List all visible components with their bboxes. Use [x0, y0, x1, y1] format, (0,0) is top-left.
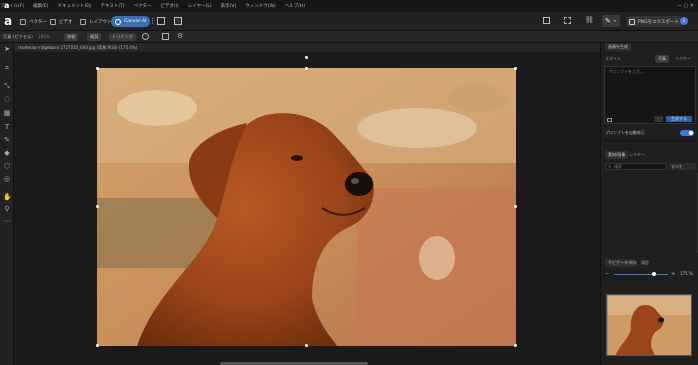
fullscreen-icon[interactable]	[174, 17, 182, 25]
search-placeholder: 検索	[614, 164, 622, 169]
opacity-field[interactable]: 100%	[38, 33, 50, 41]
zoom-out-icon[interactable]: −	[605, 271, 611, 277]
tab-photo[interactable]: 写真	[655, 55, 669, 63]
select-subject-icon[interactable]	[564, 17, 571, 24]
crop-frame-icon[interactable]	[157, 17, 165, 25]
navigator-thumbnail-image	[607, 295, 691, 355]
selection-handle[interactable]	[514, 67, 517, 70]
tab-history[interactable]: 履歴	[641, 259, 649, 267]
selection-handle[interactable]	[514, 344, 517, 347]
image-panel-icon[interactable]	[543, 17, 550, 24]
context-toolbar: 写真 (ピクセル) 100% 移動 複製 トリミング ⚙	[0, 31, 698, 43]
canvas-ai-button[interactable]: Canvas AI	[111, 16, 151, 27]
selection-handle[interactable]	[305, 344, 308, 347]
rotate-handle[interactable]	[305, 56, 308, 59]
selection-handle[interactable]	[305, 67, 308, 70]
search-icon: ⚲	[608, 164, 611, 169]
more-options-button[interactable]: ⋯	[654, 116, 663, 122]
transform-tool-icon[interactable]: ⤡	[3, 82, 11, 90]
image-tool-icon[interactable]: ▦	[3, 109, 11, 117]
video-icon	[50, 18, 56, 25]
panel-divider	[604, 139, 696, 142]
filter-select-value: すべて	[671, 164, 683, 169]
brush-tool-button[interactable]: ✎ ▾	[602, 15, 620, 27]
generate-button[interactable]: 生成する	[666, 116, 692, 122]
tab-vector[interactable]: ベクター	[675, 55, 691, 63]
auto-correct-label: プロンプトを自動修正	[605, 130, 645, 135]
more-tools-icon[interactable]: ⋯	[3, 217, 11, 225]
shape-tool-icon[interactable]: ◎	[3, 175, 11, 183]
navigator-thumbnail[interactable]	[606, 294, 692, 356]
zoom-slider-thumb	[652, 272, 656, 276]
main-toolbar: a ベクター ビデオ レイアウト Canvas AI ⋮ ⛓ ✎ ▾ PNGをエク…	[0, 12, 698, 31]
help-icon[interactable]: i	[680, 17, 688, 25]
right-panel: 画像を生成 スタイル 写真 ベクター プロンプトを入力… ⋯ 生成する プロンプ…	[600, 43, 698, 365]
pixel-grid-icon[interactable]	[162, 33, 169, 40]
selection-handle[interactable]	[514, 205, 517, 208]
prompt-placeholder: プロンプトを入力…	[608, 69, 644, 74]
tab-layers[interactable]: レイヤー	[629, 151, 645, 159]
menu-text[interactable]: テキスト(T)	[100, 3, 124, 9]
crop-tool-icon[interactable]: ⌗	[3, 64, 11, 72]
select-tool-icon[interactable]: ➤	[3, 45, 11, 53]
search-input[interactable]: ⚲ 検索	[605, 163, 667, 170]
tools-sidebar: ➤ ⌗ ⤡ ◌ ▦ T ✎ ◆ ⬡ ◎ ✋ ⚲ ⋯	[0, 43, 14, 365]
pen-icon	[20, 18, 26, 25]
zoom-value[interactable]: 175 %	[680, 271, 698, 277]
style-label: スタイル	[605, 56, 621, 61]
app-logo-icon[interactable]: a	[4, 1, 13, 10]
lasso-tool-icon[interactable]: ◌	[3, 95, 11, 103]
tab-info[interactable]: 情報	[629, 259, 637, 267]
video-mode-button[interactable]: ビデオ	[50, 16, 73, 27]
image-attach-icon[interactable]	[607, 118, 612, 122]
duplicate-button[interactable]: 複製	[87, 33, 102, 41]
text-tool-icon[interactable]: T	[3, 123, 11, 131]
layout-mode-button[interactable]: レイアウト	[80, 16, 112, 27]
menu-video[interactable]: ビデオ(I)	[160, 3, 178, 9]
layout-icon	[80, 18, 86, 25]
menu-window[interactable]: ウィンドウ(W)	[245, 3, 275, 9]
filter-select[interactable]: すべて	[669, 163, 696, 170]
zoom-in-icon[interactable]: +	[671, 271, 677, 277]
dog-photo-image	[97, 68, 516, 346]
toggle-knob	[689, 131, 693, 135]
settings-icon[interactable]: ⚙	[177, 32, 185, 40]
more-options-icon[interactable]: ⋮	[149, 17, 156, 26]
selection-handle[interactable]	[96, 344, 99, 347]
export-png-button[interactable]: PNGをエクスポート	[627, 16, 681, 27]
document-tab[interactable]: rhodesian-ridgeback-2727035_640.jpg (背景:…	[14, 43, 600, 52]
pin-tool-icon[interactable]: ⬡	[3, 162, 11, 170]
vector-mode-button[interactable]: ベクター	[20, 16, 47, 27]
crop-button[interactable]: トリミング	[109, 33, 136, 41]
tab-assets[interactable]: 素材/画像	[605, 151, 629, 159]
export-icon	[629, 18, 635, 25]
menu-vector[interactable]: ベクター	[134, 3, 152, 9]
move-button[interactable]: 移動	[64, 33, 79, 41]
link-icon[interactable]: ⛓	[585, 16, 594, 24]
fill-tool-icon[interactable]: ◆	[3, 149, 11, 157]
window-controls: — ▢ ✕	[676, 3, 694, 9]
menu-bar: a ファイル(F) 編集(E) ドキュメント(D) テキスト(T) ベクター ビ…	[0, 0, 698, 12]
selection-handle[interactable]	[96, 205, 99, 208]
brush-icon: ✎	[605, 17, 611, 25]
menu-layer[interactable]: レイヤー(L)	[188, 3, 212, 9]
eyedropper-tool-icon[interactable]: ⚲	[3, 205, 11, 213]
hand-tool-icon[interactable]: ✋	[3, 193, 12, 201]
sparkle-icon	[115, 18, 121, 25]
layer-type-label: 写真 (ピクセル)	[3, 34, 33, 39]
menu-view[interactable]: 表示(V)	[221, 3, 237, 9]
menu-document[interactable]: ドキュメント(D)	[57, 3, 91, 9]
menu-edit[interactable]: 編集(E)	[33, 3, 48, 9]
adjust-icon[interactable]	[142, 33, 149, 40]
zoom-slider[interactable]	[614, 272, 668, 276]
chevron-down-icon: ▾	[614, 18, 617, 23]
menu-help[interactable]: ヘルプ(H)	[285, 3, 305, 9]
selection-handle[interactable]	[96, 67, 99, 70]
canvas-area[interactable]: rhodesian-ridgeback-2727035_640.jpg (背景:…	[14, 43, 600, 365]
dog-photo[interactable]	[97, 68, 516, 346]
ai-generate-tab[interactable]: 画像を生成	[605, 43, 631, 51]
auto-correct-toggle[interactable]	[680, 130, 694, 136]
brush-tool-icon[interactable]: ✎	[3, 136, 11, 144]
app-logo-large-icon[interactable]: a	[4, 15, 14, 28]
